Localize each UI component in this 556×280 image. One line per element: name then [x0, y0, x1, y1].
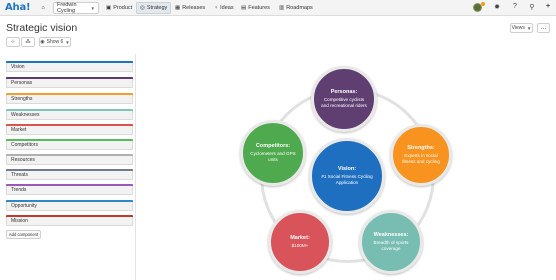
component-sidebar: Vision Personas Strengths Weaknesses Mar…: [0, 54, 136, 280]
component-color-bar: [6, 109, 133, 111]
search-icon[interactable]: ⚲: [527, 3, 537, 11]
component-color-bar: [6, 169, 133, 171]
node-weaknesses[interactable]: Weaknesses: Breadth of sports coverage: [359, 210, 423, 274]
views-label: Views: [511, 25, 525, 31]
chevron-down-icon: ▼: [526, 25, 532, 31]
layout-toggle-button[interactable]: ⊹: [6, 37, 20, 47]
show-filter-label: Show 6: [46, 39, 64, 45]
node-weaknesses-title: Weaknesses:: [373, 232, 409, 239]
strategy-icon: ◎: [140, 5, 145, 11]
node-personas-desc: Competitive cyclists and recreational ri…: [321, 97, 367, 108]
component-color-bar: [6, 139, 133, 141]
node-vision-desc: #1 Social Fitness Cycling Application: [321, 174, 373, 185]
help-icon[interactable]: ?: [510, 3, 520, 10]
component-color-bar: [6, 124, 133, 126]
component-item-mission[interactable]: Mission: [6, 215, 133, 226]
add-icon[interactable]: +: [543, 3, 553, 10]
component-color-bar: [6, 77, 133, 79]
add-component-button[interactable]: Add component: [6, 230, 41, 239]
top-navigation: Aha! ⌂ Fredwin Cycling ▼ ▣ Product ◎ Str…: [0, 0, 556, 16]
component-label: Strengths: [11, 95, 33, 102]
roadmap-icon: ▥: [279, 5, 285, 11]
component-color-bar: [6, 215, 133, 217]
component-label: Mission: [11, 217, 28, 224]
settings-gear-icon[interactable]: ✹: [492, 3, 502, 11]
nav-releases-label: Releases: [182, 5, 206, 11]
strategy-diagram: Personas: Competitive cyclists and recre…: [137, 54, 556, 280]
lightbulb-icon: ♀: [214, 5, 219, 11]
nav-strategy-label: Strategy: [146, 5, 168, 11]
component-label: Opportunity: [11, 202, 37, 209]
node-competitors-desc: Cyclometers and GPS units: [250, 151, 296, 162]
component-color-bar: [6, 93, 133, 95]
calendar-icon: ▦: [175, 5, 181, 11]
chevron-down-icon: ▼: [90, 5, 95, 11]
node-vision[interactable]: Vision: #1 Social Fitness Cycling Applic…: [309, 138, 385, 214]
component-color-bar: [6, 61, 133, 63]
nav-roadmaps-label: Roadmaps: [286, 5, 313, 11]
component-label: Competitors: [11, 141, 38, 148]
component-label: Threats: [11, 171, 28, 178]
component-item-personas[interactable]: Personas: [6, 77, 133, 88]
page-title: Strategic vision: [6, 22, 78, 34]
component-item-strengths[interactable]: Strengths: [6, 93, 133, 104]
component-item-threats[interactable]: Threats: [6, 169, 133, 180]
node-weaknesses-desc: Breadth of sports coverage: [373, 240, 409, 251]
hierarchy-toggle-button[interactable]: ⁂: [21, 37, 35, 47]
aha-logo[interactable]: Aha!: [5, 2, 31, 13]
node-market-desc: $100M+: [291, 243, 309, 249]
component-label: Personas: [11, 79, 33, 86]
component-item-vision[interactable]: Vision: [6, 61, 133, 72]
nav-roadmaps[interactable]: ▥ Roadmaps: [276, 2, 316, 14]
component-color-bar: [6, 184, 133, 186]
node-vision-title: Vision:: [337, 166, 357, 173]
features-icon: ▤: [241, 5, 247, 11]
hierarchy-icon: ⁂: [25, 39, 31, 45]
eye-icon: ◉: [40, 39, 45, 45]
nav-strategy[interactable]: ◎ Strategy: [136, 2, 172, 14]
node-competitors[interactable]: Competitors: Cyclometers and GPS units: [240, 120, 306, 186]
node-strengths-title: Strengths:: [407, 145, 435, 152]
node-personas-title: Personas:: [330, 89, 358, 96]
node-competitors-title: Competitors:: [255, 143, 291, 150]
component-item-trends[interactable]: Trends: [6, 184, 133, 195]
notification-badge: [481, 2, 485, 6]
more-options-button[interactable]: …: [537, 23, 550, 33]
more-label: …: [540, 25, 547, 31]
component-color-bar: [6, 200, 133, 202]
nav-releases[interactable]: ▦ Releases: [172, 2, 208, 14]
nav-ideas[interactable]: ♀ Ideas: [211, 2, 237, 14]
nav-product[interactable]: ▣ Product: [103, 2, 135, 14]
node-personas[interactable]: Personas: Competitive cyclists and recre…: [311, 66, 377, 132]
chevron-down-icon: ▼: [65, 39, 70, 45]
component-item-opportunity[interactable]: Opportunity: [6, 200, 133, 211]
nav-features-label: Features: [248, 5, 270, 11]
home-button[interactable]: ⌂: [37, 2, 49, 14]
show-filter-button[interactable]: ◉ Show 6 ▼: [39, 37, 71, 47]
views-button[interactable]: Views ▼: [510, 23, 533, 33]
product-selector[interactable]: Fredwin Cycling ▼: [53, 2, 99, 14]
component-label: Trends: [11, 186, 27, 193]
component-item-market[interactable]: Market: [6, 124, 133, 135]
component-item-weaknesses[interactable]: Weaknesses: [6, 109, 133, 120]
nav-features[interactable]: ▤ Features: [238, 2, 273, 14]
component-label: Market: [11, 126, 27, 133]
component-label: Resources: [11, 156, 35, 163]
nav-ideas-label: Ideas: [220, 5, 234, 11]
component-item-competitors[interactable]: Competitors: [6, 139, 133, 150]
product-selector-label: Fredwin Cycling: [57, 2, 77, 14]
component-item-resources[interactable]: Resources: [6, 154, 133, 165]
nav-product-label: Product: [113, 5, 133, 11]
home-icon: ⌂: [41, 5, 45, 11]
node-strengths[interactable]: Strengths: Experts in social fitness and…: [390, 124, 452, 186]
product-icon: ▣: [106, 5, 112, 11]
component-label: Vision: [11, 63, 25, 70]
node-strengths-desc: Experts in social fitness and cycling: [402, 153, 440, 164]
layout-icon: ⊹: [10, 39, 16, 45]
node-market[interactable]: Market: $100M+: [268, 210, 332, 274]
node-market-title: Market:: [290, 235, 310, 242]
component-label: Weaknesses: [11, 111, 40, 118]
component-color-bar: [6, 154, 133, 156]
